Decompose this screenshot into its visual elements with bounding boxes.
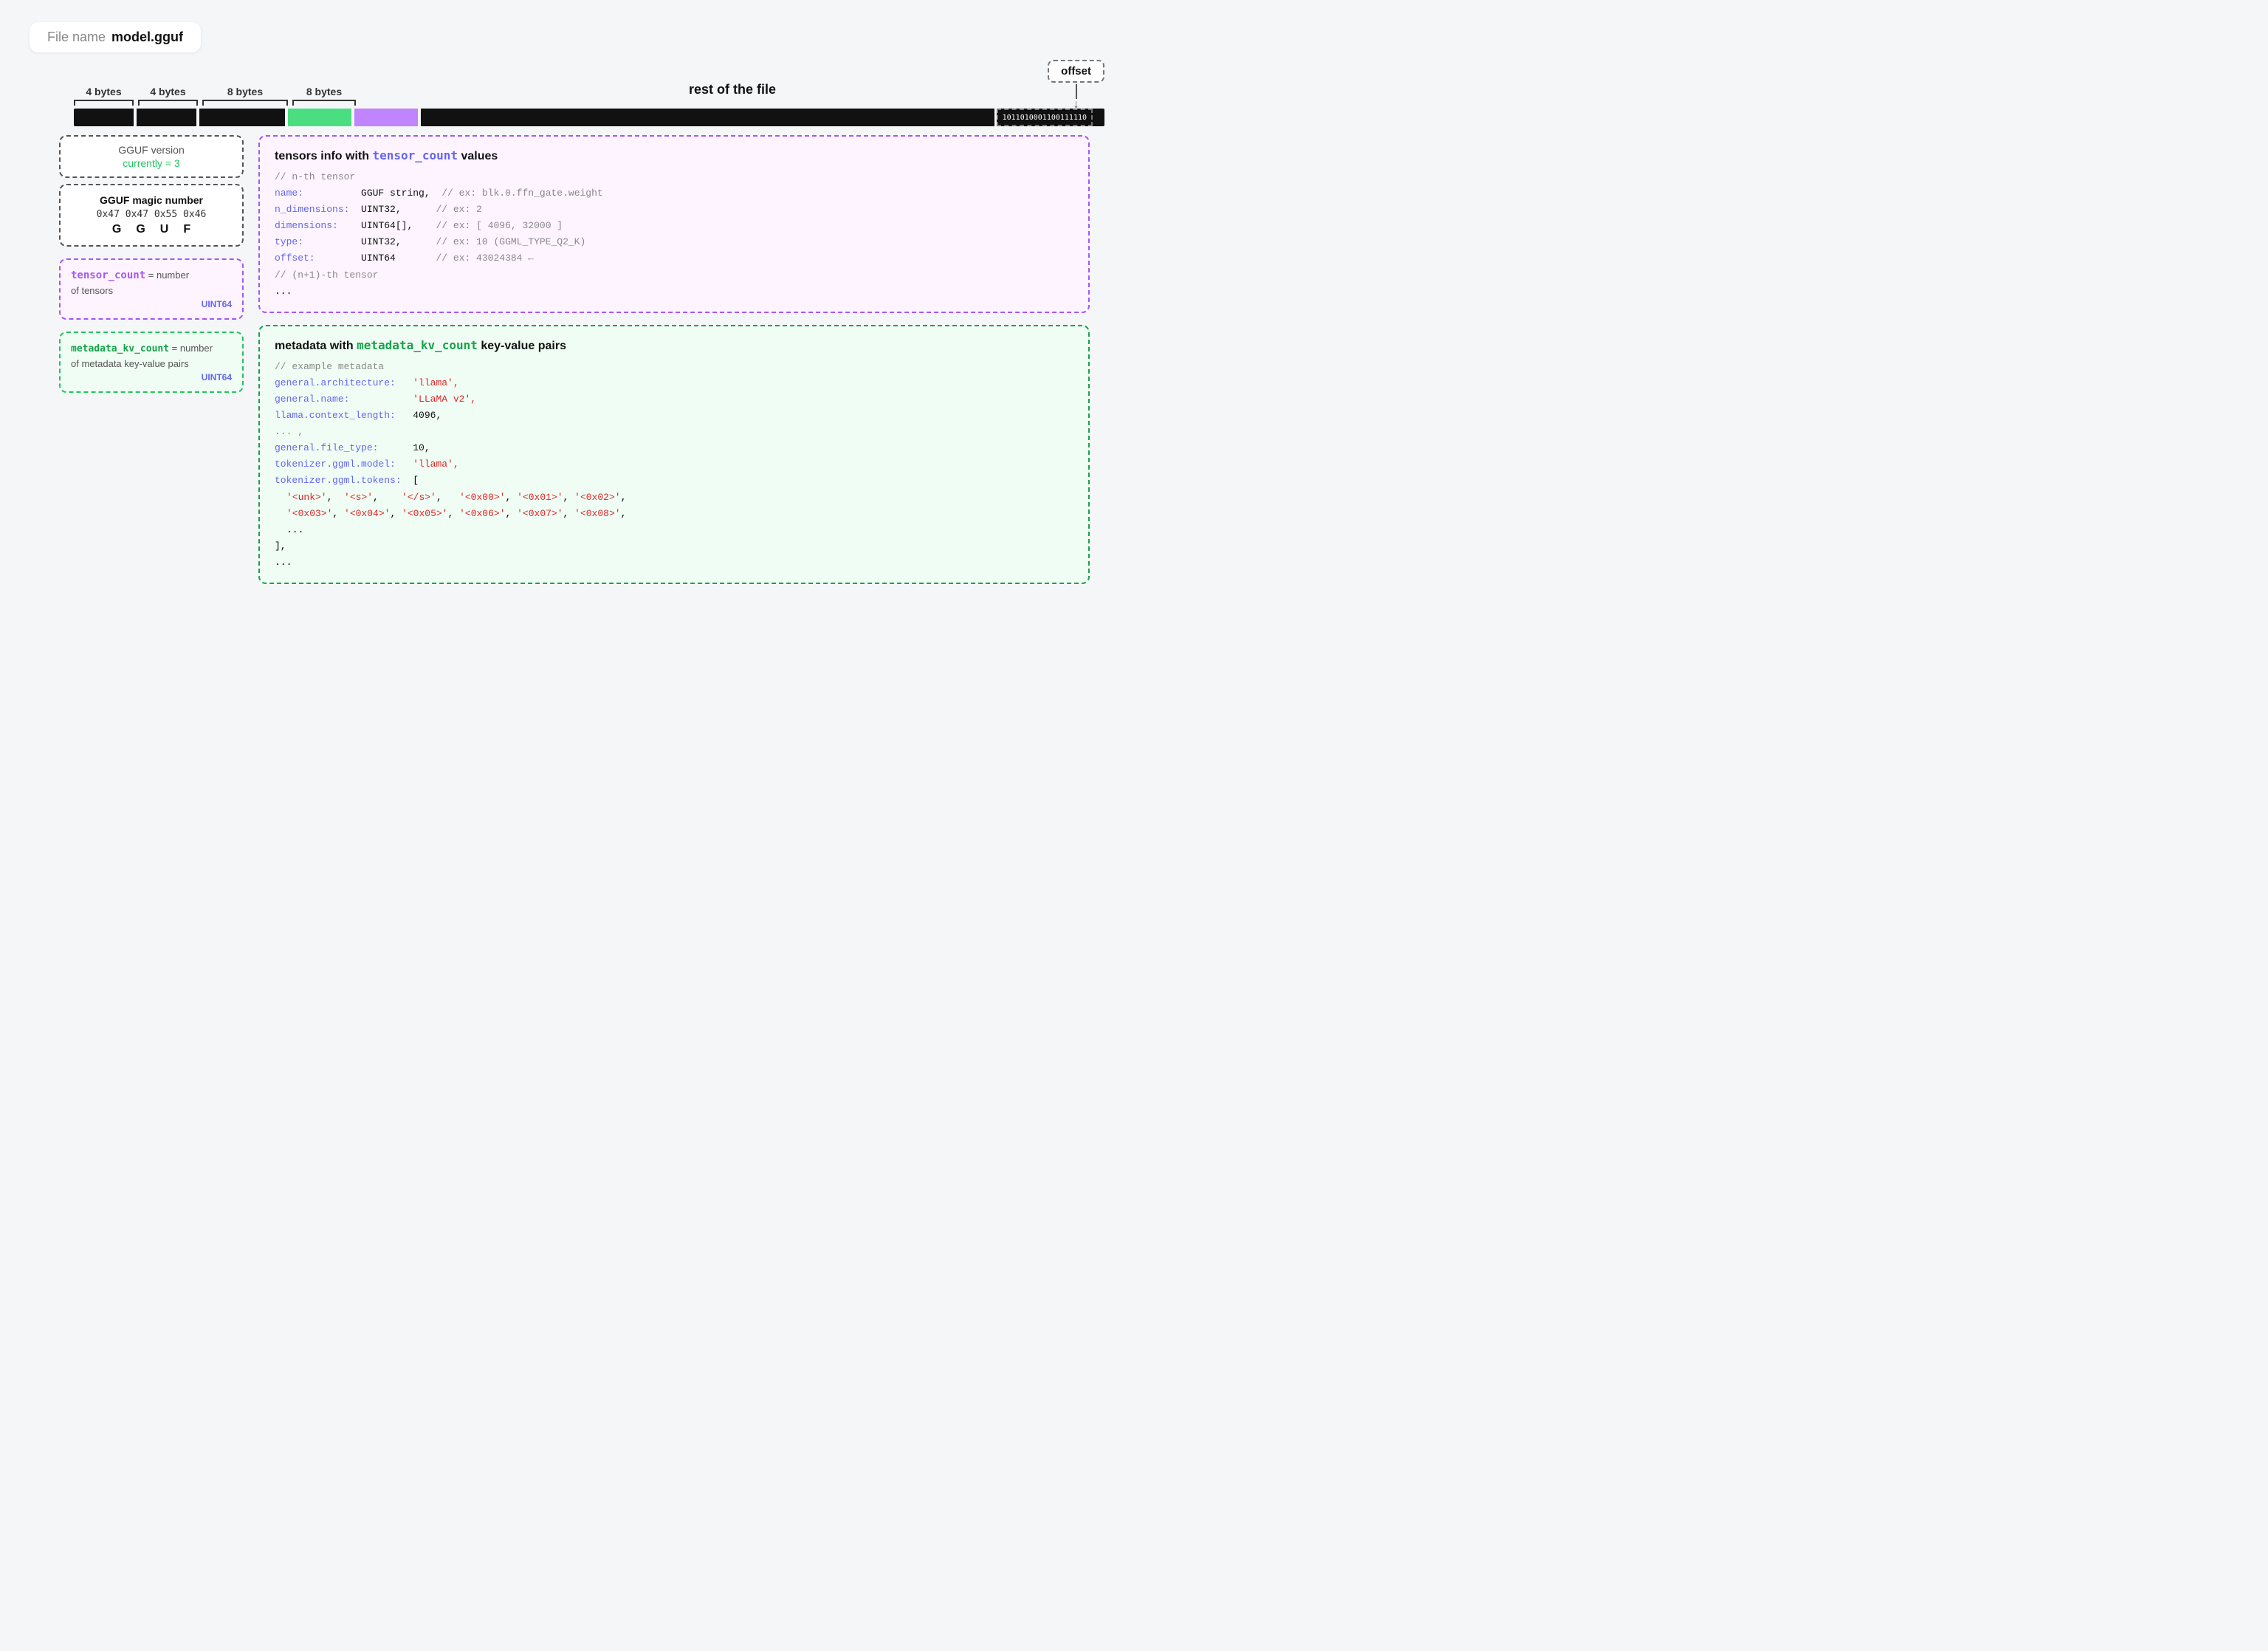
file-header: File name model.gguf	[30, 22, 201, 52]
byte-label-1: 4 bytes	[74, 86, 134, 106]
meta-name-row: general.name: 'LLaMA v2',	[275, 391, 1073, 408]
meta-kv-type: UINT64	[71, 372, 232, 382]
tensor-count-box: tensor_count = number of tensors UINT64	[59, 258, 244, 320]
left-column: GGUF version currently = 3 GGUF magic nu…	[59, 135, 244, 584]
tensor-count-var: tensor_count	[71, 270, 145, 281]
tensors-info-box: tensors info with tensor_count values //…	[258, 135, 1090, 313]
tensors-comment2: // (n+1)-th tensor	[275, 267, 1073, 284]
meta-ellipsis1: ... ,	[275, 424, 1073, 440]
rest-label: rest of the file	[360, 82, 1104, 106]
magic-char-u: U	[160, 223, 169, 236]
magic-char-g2: G	[136, 223, 145, 236]
binary-segment: 1011010001100111110	[997, 109, 1093, 126]
tensors-title-var: tensor_count	[372, 148, 458, 162]
file-name: model.gguf	[111, 30, 183, 45]
tensors-dims-row: dimensions: UINT64[], // ex: [ 4096, 320…	[275, 218, 1073, 234]
magic-char-f: F	[183, 223, 190, 236]
meta-tokens-ellipsis: ...	[275, 522, 1073, 538]
byte-label-4: 8 bytes	[292, 86, 356, 106]
tensor-count-equals: = number	[145, 270, 189, 281]
tensors-ellipsis: ...	[275, 284, 1073, 300]
right-column: tensors info with tensor_count values //…	[258, 135, 1104, 584]
meta-final-ellipsis: ...	[275, 555, 1073, 571]
tensor-count-type: UINT64	[71, 299, 232, 309]
tensors-comment1: // n-th tensor	[275, 169, 1073, 185]
tensors-name-row: name: GGUF string, // ex: blk.0.ffn_gate…	[275, 185, 1073, 202]
tensors-title-prefix: tensors info with	[275, 150, 372, 162]
magic-char-g1: G	[112, 223, 121, 236]
meta-close-bracket: ],	[275, 538, 1073, 555]
gguf-version-box: GGUF version currently = 3	[59, 135, 244, 178]
meta-tokens-vals1: '<unk>', '<s>', '</s>', '<0x00>', '<0x01…	[275, 490, 1073, 506]
byte-label-3: 8 bytes	[202, 86, 288, 106]
meta-comment1: // example metadata	[275, 359, 1073, 375]
meta-tokens-row: tokenizer.ggml.tokens: [	[275, 473, 1073, 489]
metadata-kv-count-box: metadata_kv_count = number of metadata k…	[59, 332, 244, 393]
meta-tokens-vals2: '<0x03>', '<0x04>', '<0x05>', '<0x06>', …	[275, 506, 1073, 522]
meta-kv-equals: = number	[169, 343, 213, 354]
meta-kv-desc: of metadata key-value pairs	[71, 358, 232, 369]
meta-arch-row: general.architecture: 'llama',	[275, 375, 1073, 391]
tensors-type-row: type: UINT32, // ex: 10 (GGML_TYPE_Q2_K)	[275, 234, 1073, 250]
meta-title-suffix: key-value pairs	[478, 340, 566, 352]
meta-filetype-row: general.file_type: 10,	[275, 440, 1073, 456]
meta-tokenizer-model-row: tokenizer.ggml.model: 'llama',	[275, 456, 1073, 473]
offset-box: offset ↓	[1048, 60, 1104, 111]
tensor-count-desc: of tensors	[71, 285, 232, 296]
tensors-offset-row: offset: UINT64 // ex: 43024384 ←	[275, 250, 1073, 267]
meta-title-var: metadata_kv_count	[357, 338, 478, 352]
meta-title-prefix: metadata with	[275, 340, 357, 352]
metadata-box: metadata with metadata_kv_count key-valu…	[258, 325, 1090, 584]
file-label: File name	[47, 30, 106, 45]
file-bar: 1011010001100111110	[74, 109, 1104, 126]
meta-kv-var: metadata_kv_count	[71, 343, 169, 354]
gguf-magic-box: GGUF magic number 0x47 0x47 0x55 0x46 G …	[59, 184, 244, 247]
meta-ctx-row: llama.context_length: 4096,	[275, 408, 1073, 424]
tensors-title-suffix: values	[458, 150, 498, 162]
byte-label-2: 4 bytes	[138, 86, 198, 106]
tensors-ndim-row: n_dimensions: UINT32, // ex: 2	[275, 202, 1073, 218]
